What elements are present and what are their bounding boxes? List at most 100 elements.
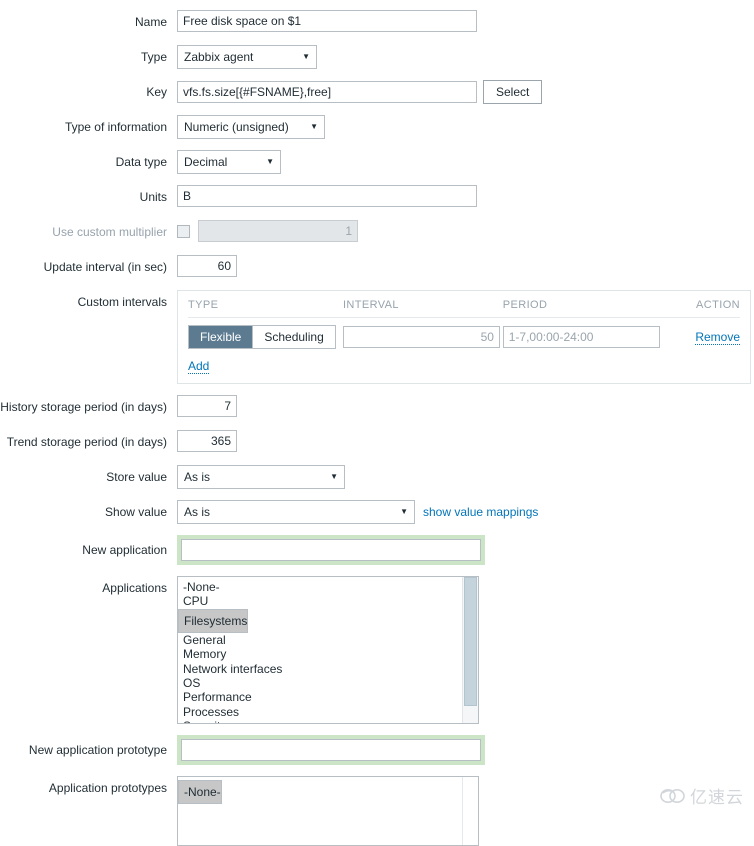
interval-type-scheduling-button[interactable]: Scheduling (252, 326, 335, 348)
update-interval-label: Update interval (in sec) (43, 260, 167, 274)
show-value-value: As is (184, 505, 211, 519)
chevron-down-icon: ▼ (266, 157, 274, 166)
period-cell (502, 326, 682, 348)
applications-label: Applications (102, 581, 167, 595)
form-row-new-application: New application (0, 535, 754, 565)
application-prototypes-label: Application prototypes (48, 781, 167, 795)
custom-multiplier-input (198, 220, 358, 242)
list-item[interactable]: Security (178, 719, 462, 723)
type-of-information-select[interactable]: Numeric (unsigned) ▼ (177, 115, 325, 139)
interval-type-flexible-button[interactable]: Flexible (189, 326, 253, 348)
action-cell: Remove (682, 330, 741, 345)
add-interval-link[interactable]: Add (188, 359, 210, 374)
new-application-input[interactable] (181, 539, 481, 561)
custom-interval-row: Flexible Scheduling Remove (188, 325, 741, 349)
trend-storage-input[interactable] (177, 430, 237, 452)
data-type-value: Decimal (184, 155, 228, 169)
store-value-select[interactable]: As is ▼ (177, 465, 345, 489)
store-value-label: Store value (106, 470, 167, 484)
units-input[interactable] (177, 185, 477, 207)
custom-intervals-table: TYPE INTERVAL PERIOD ACTION Flexible Sch… (177, 290, 751, 384)
remove-interval-link[interactable]: Remove (695, 330, 741, 345)
key-label: Key (146, 85, 167, 99)
new-application-prototype-label: New application prototype (28, 743, 167, 757)
list-item[interactable]: OS (178, 676, 462, 690)
form-row-new-application-prototype: New application prototype (0, 735, 754, 765)
show-value-select[interactable]: As is ▼ (177, 500, 415, 524)
type-label: Type (140, 50, 167, 64)
form-row-trend-storage: Trend storage period (in days) (0, 430, 754, 454)
chevron-down-icon: ▼ (400, 507, 408, 516)
custom-multiplier-label: Use custom multiplier (52, 225, 167, 239)
form-row-data-type: Data type Decimal ▼ (0, 150, 754, 174)
applications-scrollbar[interactable] (462, 577, 478, 723)
interval-type-segmented-control: Flexible Scheduling (188, 325, 336, 349)
form-row-application-prototypes: Application prototypes -None- (0, 776, 754, 846)
data-type-label: Data type (115, 155, 167, 169)
update-interval-input[interactable] (177, 255, 237, 277)
form-row-store-value: Store value As is ▼ (0, 465, 754, 489)
column-header-interval: INTERVAL (342, 299, 399, 311)
applications-options: -None- CPU Filesystems General Memory Network… (178, 577, 462, 723)
custom-intervals-label: Custom intervals (77, 295, 167, 309)
form-row-key: Key Select (0, 80, 754, 104)
name-input[interactable] (177, 10, 477, 32)
list-item[interactable]: -None- (178, 580, 462, 594)
units-label: Units (139, 190, 167, 204)
data-type-select[interactable]: Decimal ▼ (177, 150, 281, 174)
add-interval-row: Add (188, 359, 740, 374)
select-key-button[interactable]: Select (483, 80, 543, 104)
form-row-update-interval: Update interval (in sec) (0, 255, 754, 279)
list-item[interactable]: Memory (178, 647, 462, 661)
show-value-mappings-link[interactable]: show value mappings (423, 505, 538, 519)
type-select[interactable]: Zabbix agent ▼ (177, 45, 317, 69)
form-row-show-value: Show value As is ▼ show value mappings (0, 500, 754, 524)
form-row-custom-intervals: Custom intervals TYPE INTERVAL PERIOD AC… (0, 290, 754, 384)
form-row-type: Type Zabbix agent ▼ (0, 45, 754, 69)
list-item[interactable]: General (178, 633, 462, 647)
form-row-history-storage: History storage period (in days) (0, 395, 754, 419)
column-header-period: PERIOD (502, 299, 548, 311)
custom-multiplier-checkbox[interactable] (177, 224, 190, 238)
show-value-label: Show value (104, 505, 167, 519)
list-item[interactable]: Filesystems (178, 608, 249, 633)
type-select-value: Zabbix agent (184, 50, 254, 64)
interval-type-toggle: Flexible Scheduling (188, 325, 343, 349)
list-item[interactable]: CPU (178, 594, 462, 608)
column-header-type: TYPE (188, 299, 219, 311)
key-input[interactable] (177, 81, 477, 103)
applications-listbox[interactable]: -None- CPU Filesystems General Memory Network… (177, 576, 479, 724)
name-label: Name (134, 15, 167, 29)
type-of-information-label: Type of information (64, 120, 167, 134)
list-item[interactable]: Network interfaces (178, 662, 462, 676)
application-prototypes-scrollbar[interactable] (462, 777, 478, 845)
store-value-value: As is (184, 470, 211, 484)
chevron-down-icon: ▼ (330, 472, 338, 481)
list-item[interactable]: -None- (178, 780, 222, 804)
list-item[interactable]: Performance (178, 690, 462, 704)
form-row-custom-multiplier: Use custom multiplier (0, 220, 754, 244)
form-row-name: Name (0, 0, 754, 34)
column-header-action: ACTION (696, 299, 741, 311)
history-storage-input[interactable] (177, 395, 237, 417)
item-prototype-form: Name Type Zabbix agent ▼ Key Select Type… (0, 0, 754, 846)
history-storage-label: History storage period (in days) (0, 400, 167, 414)
chevron-down-icon: ▼ (310, 122, 318, 131)
list-item[interactable]: Processes (178, 705, 462, 719)
custom-intervals-header: TYPE INTERVAL PERIOD ACTION (188, 299, 740, 318)
form-row-type-of-information: Type of information Numeric (unsigned) ▼ (0, 115, 754, 139)
interval-input[interactable] (342, 326, 500, 348)
type-of-information-value: Numeric (unsigned) (184, 120, 289, 134)
applications-scrollbar-thumb[interactable] (464, 577, 477, 706)
application-prototypes-listbox[interactable]: -None- (177, 776, 479, 846)
new-application-label: New application (82, 543, 167, 557)
form-row-applications: Applications -None- CPU Filesystems General… (0, 576, 754, 724)
application-prototypes-options: -None- (178, 777, 462, 845)
new-application-focus-ring (177, 535, 485, 565)
chevron-down-icon: ▼ (302, 52, 310, 61)
form-row-units: Units (0, 185, 754, 209)
interval-cell (342, 326, 503, 348)
period-input[interactable] (502, 326, 660, 348)
new-application-prototype-input[interactable] (181, 739, 481, 761)
new-application-prototype-focus-ring (177, 735, 485, 765)
